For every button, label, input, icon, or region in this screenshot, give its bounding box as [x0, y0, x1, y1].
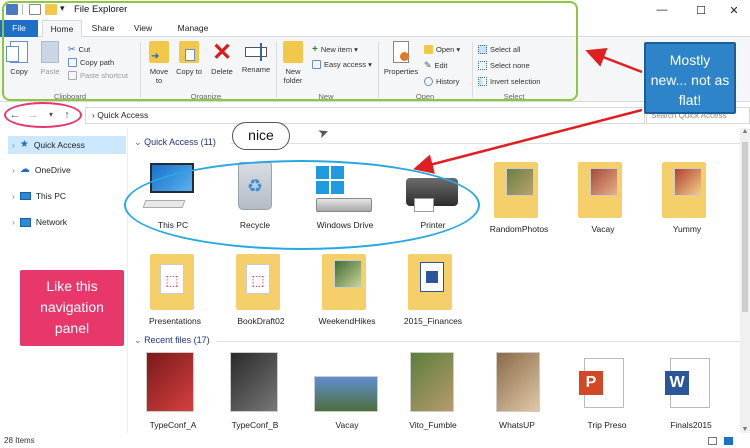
callout-arrows: [413, 48, 643, 174]
arrow-to-system-icons: [413, 108, 643, 174]
arrow-to-ribbon: [585, 48, 643, 74]
